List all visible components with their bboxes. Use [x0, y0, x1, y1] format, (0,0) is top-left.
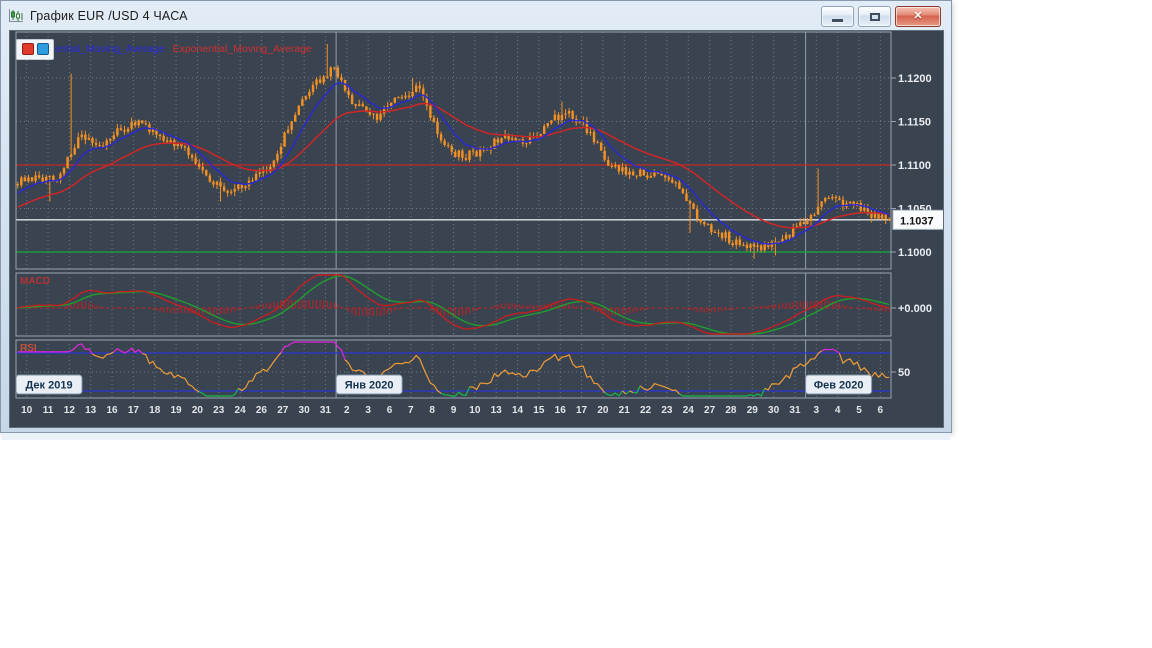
label-text: 11: [43, 405, 54, 416]
minimize-icon: [832, 18, 843, 22]
label-text: 30: [299, 405, 311, 416]
maximize-button[interactable]: [858, 6, 891, 27]
macd-plot: [16, 274, 891, 335]
label-text: 23: [213, 405, 225, 416]
label-text: 30: [768, 405, 780, 416]
label-text: 28: [725, 405, 737, 416]
label-text: 50: [898, 367, 910, 379]
chart-canvas[interactable]: 1.12001.11501.11001.10501.1000+0.000501.…: [10, 31, 943, 427]
label-text: 1.1150: [898, 117, 931, 129]
chart-client-area[interactable]: 1.1200 1.1150 1.1100 1.1050 1.1000 +0.000 50 1.…: [9, 30, 944, 428]
label-text: 19: [170, 405, 182, 416]
grid-lines: [16, 32, 891, 398]
label-text: 18: [149, 405, 161, 416]
label-text: 3: [814, 405, 820, 416]
label-text: +0.000: [898, 303, 932, 315]
label-text: 27: [277, 405, 289, 416]
label-text: 12: [64, 405, 76, 416]
label-text: 24: [683, 405, 695, 416]
label-text: 29: [747, 405, 759, 416]
legend-ema-fast-label: ential_Moving_Average: [55, 43, 165, 55]
label-text: 13: [85, 405, 97, 416]
label-text: 31: [320, 405, 332, 416]
label-text: 1.1100: [898, 160, 931, 172]
label-text: 22: [640, 405, 652, 416]
label-text: 21: [619, 405, 631, 416]
page-background-strip: [2, 433, 950, 440]
label-text: 26: [256, 405, 268, 416]
label-text: 7: [408, 405, 414, 416]
x-axis-labels: 10 11 12 13 16 17 18 19 20 23 24 26 27 30 31 2 3 6 7 8 9 10 13…: [21, 405, 883, 416]
label-text: 4: [835, 405, 841, 416]
label-text: 1.1000: [898, 247, 932, 259]
indicator-legend[interactable]: ential_Moving_Average Exponential_Moving…: [16, 38, 312, 60]
label-text: Янв 2020: [345, 380, 394, 392]
label-text: 2: [344, 405, 350, 416]
label-text: RSI: [20, 343, 37, 354]
ema-red-swatch-icon: [21, 43, 34, 55]
label-text: MACD: [20, 276, 50, 287]
legend-color-box[interactable]: [16, 38, 54, 60]
panel-borders: [15, 31, 892, 399]
minimize-button[interactable]: [821, 6, 854, 27]
label-text: 24: [235, 405, 247, 416]
label-text: 16: [106, 405, 118, 416]
label-text: Фев 2020: [814, 380, 864, 392]
label-text: 27: [704, 405, 716, 416]
label-text: 20: [192, 405, 204, 416]
label-text: 6: [878, 405, 884, 416]
main-price-panel: [15, 31, 892, 270]
label-text: 31: [789, 405, 801, 416]
label-text: 3: [365, 405, 371, 416]
macd-panel: [15, 272, 892, 337]
chart-window: График EUR /USD 4 ЧАСА ✕ 1.1200 1.1150 1.1…: [0, 0, 952, 433]
label-text: 8: [429, 405, 435, 416]
label-text: 10: [469, 405, 481, 416]
label-text: 14: [512, 405, 524, 416]
label-text: 10: [21, 405, 33, 416]
maximize-icon: [869, 12, 880, 21]
titlebar[interactable]: График EUR /USD 4 ЧАСА ✕: [1, 1, 951, 30]
label-text: 13: [491, 405, 503, 416]
current-price-tag: 1.1037: [892, 209, 943, 230]
label-text: 20: [597, 405, 609, 416]
label-text: 17: [576, 405, 588, 416]
label-text: 9: [451, 405, 457, 416]
label-text: 5: [856, 405, 862, 416]
label-text: 17: [128, 405, 140, 416]
legend-ema-slow-label: Exponential_Moving_Average: [172, 43, 312, 55]
close-icon: ✕: [913, 10, 923, 22]
panel-titles: MACD RSI: [20, 276, 50, 354]
label-text: 16: [555, 405, 567, 416]
window-title: График EUR /USD 4 ЧАСА: [30, 8, 188, 23]
label-text: Дек 2019: [25, 380, 72, 392]
label-text: 1.1037: [900, 215, 934, 227]
label-text: 6: [387, 405, 393, 416]
ema-blue-swatch-icon: [36, 43, 49, 55]
label-text: 15: [533, 405, 545, 416]
close-button[interactable]: ✕: [895, 6, 941, 27]
label-text: 1.1200: [898, 73, 932, 85]
candlestick-chart-icon: [8, 8, 24, 24]
label-text: 23: [661, 405, 673, 416]
